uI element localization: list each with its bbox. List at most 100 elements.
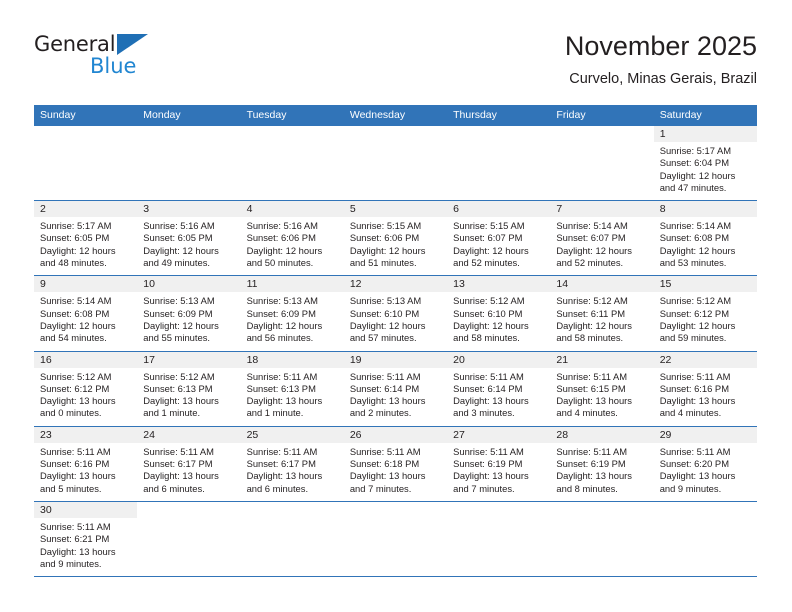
day-number-band	[241, 502, 344, 518]
sunrise-text: Sunrise: 5:11 AM	[246, 445, 318, 457]
day-sun-info: Sunrise: 5:12 AM Sunset: 6:12 PM Daylight:…	[654, 292, 757, 344]
calendar-page: General Blue November 2025 Curvelo, Mina…	[0, 0, 792, 612]
day-number: 22	[659, 353, 672, 366]
daylight-text-line1: Daylight: 13 hours	[40, 395, 116, 407]
sunset-text: Sunset: 6:05 PM	[143, 232, 213, 244]
daylight-text-line2: and 53 minutes.	[659, 257, 727, 269]
daylight-text-line1: Daylight: 12 hours	[40, 244, 116, 256]
day-number-band	[654, 502, 757, 518]
calendar-day-cell[interactable]: 24 Sunrise: 5:11 AM Sunset: 6:17 PM Dayligh…	[137, 426, 241, 501]
calendar-day-cell[interactable]: 3 Sunrise: 5:16 AM Sunset: 6:05 PM Daylight…	[137, 201, 241, 275]
calendar-day-cell[interactable]: 28 Sunrise: 5:11 AM Sunset: 6:19 PM Dayligh…	[550, 426, 654, 501]
daylight-text-line1: Daylight: 13 hours	[556, 470, 632, 482]
day-number: 27	[453, 428, 465, 441]
calendar-day-cell[interactable]: 13 Sunrise: 5:12 AM Sunset: 6:10 PM Dayligh…	[447, 276, 551, 350]
daylight-text-line2: and 6 minutes.	[246, 482, 309, 494]
calendar-day-cell[interactable]: 2 Sunrise: 5:17 AM Sunset: 6:05 PM Daylight…	[34, 201, 138, 275]
sunset-text: Sunset: 6:14 PM	[349, 382, 420, 394]
daylight-text-line1: Daylight: 12 hours	[246, 319, 323, 331]
calendar-day-cell[interactable]: 5 Sunrise: 5:15 AM Sunset: 6:06 PM Daylight…	[343, 201, 448, 275]
calendar-day-cell[interactable]: 17 Sunrise: 5:12 AM Sunset: 6:13 PM Dayligh…	[137, 351, 241, 426]
daylight-text-line2: and 0 minutes.	[40, 407, 102, 419]
weekday-header-sunday: Sunday	[40, 109, 76, 121]
day-sun-info: Sunrise: 5:12 AM Sunset: 6:12 PM Daylight:…	[34, 368, 137, 420]
calendar-day-cell[interactable]: 18 Sunrise: 5:11 AM Sunset: 6:13 PM Dayligh…	[240, 351, 344, 426]
daylight-text-line2: and 52 minutes.	[556, 257, 624, 269]
day-number: 17	[143, 353, 155, 366]
calendar-day-cell[interactable]: 16 Sunrise: 5:12 AM Sunset: 6:12 PM Dayligh…	[34, 351, 138, 426]
sunset-text: Sunset: 6:19 PM	[453, 458, 523, 470]
calendar-day-cell[interactable]: 4 Sunrise: 5:16 AM Sunset: 6:06 PM Daylight…	[240, 201, 344, 275]
calendar-day-cell[interactable]: 19 Sunrise: 5:11 AM Sunset: 6:14 PM Dayligh…	[343, 351, 448, 426]
weekday-header-friday: Friday	[556, 109, 586, 121]
calendar-day-cell[interactable]: 10 Sunrise: 5:13 AM Sunset: 6:09 PM Dayligh…	[137, 276, 241, 350]
sunrise-text: Sunrise: 5:16 AM	[246, 220, 318, 232]
daylight-text-line2: and 2 minutes.	[349, 407, 412, 419]
day-number-band: 10	[137, 276, 241, 293]
sunrise-text: Sunrise: 5:12 AM	[556, 295, 628, 307]
calendar-day-cell[interactable]: 8 Sunrise: 5:14 AM Sunset: 6:08 PM Daylight…	[653, 201, 757, 275]
calendar-day-cell[interactable]: 29 Sunrise: 5:11 AM Sunset: 6:20 PM Dayligh…	[653, 426, 757, 501]
calendar-day-cell-empty	[447, 502, 550, 576]
day-number-band: 30	[34, 501, 138, 518]
calendar-day-cell[interactable]: 27 Sunrise: 5:11 AM Sunset: 6:19 PM Dayligh…	[447, 426, 551, 501]
daylight-text-line1: Daylight: 12 hours	[143, 244, 219, 256]
day-sun-info: Sunrise: 5:12 AM Sunset: 6:13 PM Daylight:…	[137, 368, 240, 420]
day-number: 7	[556, 203, 563, 216]
calendar-day-cell[interactable]: 23 Sunrise: 5:11 AM Sunset: 6:16 PM Dayligh…	[34, 426, 138, 501]
sunset-text: Sunset: 6:08 PM	[40, 307, 110, 319]
calendar-day-cell[interactable]: 1 Sunrise: 5:17 AM Sunset: 6:04 PM Daylight…	[653, 126, 757, 200]
day-sun-info: Sunrise: 5:11 AM Sunset: 6:17 PM Daylight:…	[241, 443, 344, 495]
day-number-band: 3	[137, 201, 241, 218]
day-number-band: 6	[447, 201, 551, 218]
day-sun-info: Sunrise: 5:11 AM Sunset: 6:21 PM Daylight:…	[34, 518, 137, 570]
daylight-text-line1: Daylight: 12 hours	[349, 319, 426, 331]
calendar-day-cell[interactable]: 15 Sunrise: 5:12 AM Sunset: 6:12 PM Dayligh…	[653, 276, 757, 350]
day-sun-info: Sunrise: 5:11 AM Sunset: 6:16 PM Daylight:…	[654, 368, 757, 420]
sunrise-text: Sunrise: 5:17 AM	[659, 145, 732, 156]
calendar-day-cell[interactable]: 30 Sunrise: 5:11 AM Sunset: 6:21 PM Dayligh…	[34, 501, 138, 576]
calendar-day-cell[interactable]: 9 Sunrise: 5:14 AM Sunset: 6:08 PM Daylight…	[34, 276, 138, 350]
calendar-day-cell[interactable]: 22 Sunrise: 5:11 AM Sunset: 6:16 PM Dayligh…	[653, 351, 757, 426]
day-number: 2	[40, 203, 46, 216]
calendar-day-cell[interactable]: 12 Sunrise: 5:13 AM Sunset: 6:10 PM Dayligh…	[343, 276, 448, 350]
daylight-text-line1: Daylight: 12 hours	[453, 319, 529, 331]
calendar-day-cell[interactable]: 11 Sunrise: 5:13 AM Sunset: 6:09 PM Dayligh…	[240, 276, 344, 350]
calendar-day-cell[interactable]: 14 Sunrise: 5:12 AM Sunset: 6:11 PM Dayligh…	[550, 276, 654, 350]
calendar-day-cell-empty	[550, 126, 653, 200]
day-number-band: 20	[447, 351, 551, 368]
general-blue-logo[interactable]: General Blue	[34, 32, 214, 92]
day-number-band: 9	[34, 276, 138, 293]
daylight-text-line1: Daylight: 13 hours	[143, 470, 219, 482]
day-number-band: 17	[137, 351, 241, 368]
day-number: 9	[40, 278, 46, 291]
daylight-text-line1: Daylight: 13 hours	[453, 395, 529, 407]
day-number-band	[550, 126, 653, 142]
calendar-day-cell[interactable]: 21 Sunrise: 5:11 AM Sunset: 6:15 PM Dayligh…	[550, 351, 654, 426]
sunrise-text: Sunrise: 5:14 AM	[556, 220, 628, 232]
sunset-text: Sunset: 6:21 PM	[40, 533, 110, 545]
daylight-text-line2: and 4 minutes.	[659, 407, 722, 419]
calendar-day-cell[interactable]: 25 Sunrise: 5:11 AM Sunset: 6:17 PM Dayligh…	[240, 426, 344, 501]
daylight-text-line2: and 47 minutes.	[659, 181, 727, 193]
day-number: 21	[556, 353, 569, 366]
calendar-day-cell[interactable]: 26 Sunrise: 5:11 AM Sunset: 6:18 PM Dayligh…	[343, 426, 448, 501]
day-sun-info	[241, 518, 344, 521]
day-sun-info: Sunrise: 5:16 AM Sunset: 6:05 PM Daylight:…	[137, 217, 240, 269]
sunset-text: Sunset: 6:04 PM	[659, 157, 729, 169]
day-number-band	[137, 502, 240, 518]
sunset-text: Sunset: 6:09 PM	[143, 307, 213, 319]
day-number: 14	[556, 278, 569, 291]
sunrise-text: Sunrise: 5:11 AM	[246, 370, 318, 382]
daylight-text-line2: and 7 minutes.	[349, 482, 412, 494]
calendar-day-cell[interactable]: 20 Sunrise: 5:11 AM Sunset: 6:14 PM Dayligh…	[447, 351, 551, 426]
daylight-text-line2: and 59 minutes.	[659, 332, 727, 344]
calendar-day-cell[interactable]: 7 Sunrise: 5:14 AM Sunset: 6:07 PM Daylight…	[550, 201, 654, 275]
day-sun-info: Sunrise: 5:13 AM Sunset: 6:09 PM Daylight:…	[137, 292, 240, 344]
sunset-text: Sunset: 6:07 PM	[453, 232, 523, 244]
calendar-day-cell[interactable]: 6 Sunrise: 5:15 AM Sunset: 6:07 PM Daylight…	[447, 201, 551, 275]
daylight-text-line2: and 57 minutes.	[349, 332, 417, 344]
daylight-text-line1: Daylight: 13 hours	[349, 395, 426, 407]
day-number-band	[241, 126, 344, 142]
day-number-band: 19	[343, 351, 448, 368]
